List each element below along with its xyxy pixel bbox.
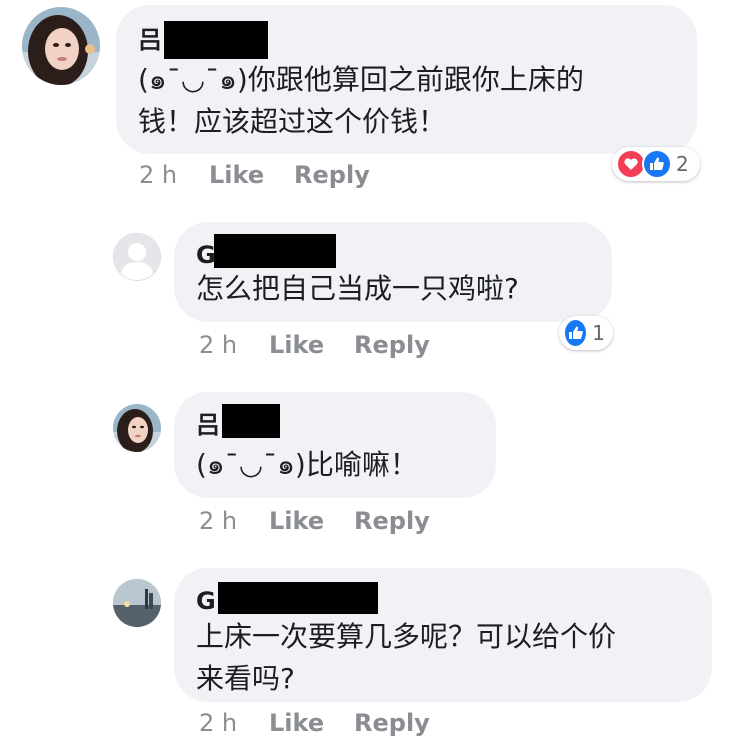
redaction-bar (222, 404, 280, 438)
author-name[interactable]: G (196, 586, 216, 616)
reaction-count: 2 (676, 152, 689, 176)
comment-bubble: 吕 (๑¯◡¯๑)比喻嘛！ (174, 392, 496, 498)
default-profile-icon (114, 234, 160, 280)
reply-button[interactable]: Reply (354, 330, 430, 360)
comment-meta: 2 h Like Reply (199, 708, 499, 738)
redaction-bar (214, 234, 336, 268)
timestamp[interactable]: 2 h (139, 160, 177, 190)
reply-button[interactable]: Reply (294, 160, 370, 190)
thumbs-up-icon (642, 149, 672, 179)
profile-photo-icon (113, 404, 161, 452)
timestamp[interactable]: 2 h (199, 708, 237, 738)
reactions-summary[interactable]: 1 (559, 316, 613, 350)
avatar[interactable] (113, 233, 161, 281)
author-name[interactable]: 吕 (196, 410, 220, 440)
comment-text: 怎么把自己当成一只鸡啦? (196, 272, 519, 305)
redaction-bar (164, 21, 268, 59)
reaction-count: 1 (592, 321, 605, 345)
comment-meta: 2 h Like Reply (199, 506, 499, 536)
comment-bubble: 吕 (๑¯◡¯๑)你跟他算回之前跟你上床的 钱！应该超过这个价钱！ (116, 5, 697, 154)
like-button[interactable]: Like (269, 506, 324, 536)
timestamp[interactable]: 2 h (199, 330, 237, 360)
avatar[interactable] (22, 7, 100, 85)
comment-thread: 吕 (๑¯◡¯๑)你跟他算回之前跟你上床的 钱！应该超过这个价钱！ 2 2 h … (0, 0, 747, 747)
redaction-bar (218, 582, 378, 614)
comment-bubble: G 怎么把自己当成一只鸡啦? (174, 222, 612, 322)
author-name[interactable]: 吕 (138, 25, 162, 55)
reply-button[interactable]: Reply (354, 506, 430, 536)
avatar[interactable] (113, 404, 161, 452)
avatar[interactable] (113, 579, 161, 627)
like-button[interactable]: Like (269, 708, 324, 738)
reactions-summary[interactable]: 2 (612, 147, 700, 181)
comment-bubble: G 上床一次要算几多呢？可以给个价 来看吗? (174, 568, 712, 702)
comment-text: (๑¯◡¯๑)比喻嘛！ (196, 448, 418, 481)
comment-meta: 2 h Like Reply (139, 160, 439, 190)
timestamp[interactable]: 2 h (199, 506, 237, 536)
thumbs-up-icon (563, 318, 589, 348)
comment-meta: 2 h Like Reply (199, 330, 499, 360)
author-name[interactable]: G (196, 240, 216, 270)
profile-photo-icon (22, 7, 100, 85)
comment-text: (๑¯◡¯๑)你跟他算回之前跟你上床的 钱！应该超过这个价钱！ (138, 63, 584, 138)
comment-text: 上床一次要算几多呢？可以给个价 来看吗? (196, 620, 617, 695)
reply-button[interactable]: Reply (354, 708, 430, 738)
profile-photo-icon (113, 579, 161, 627)
like-button[interactable]: Like (269, 330, 324, 360)
like-button[interactable]: Like (209, 160, 264, 190)
